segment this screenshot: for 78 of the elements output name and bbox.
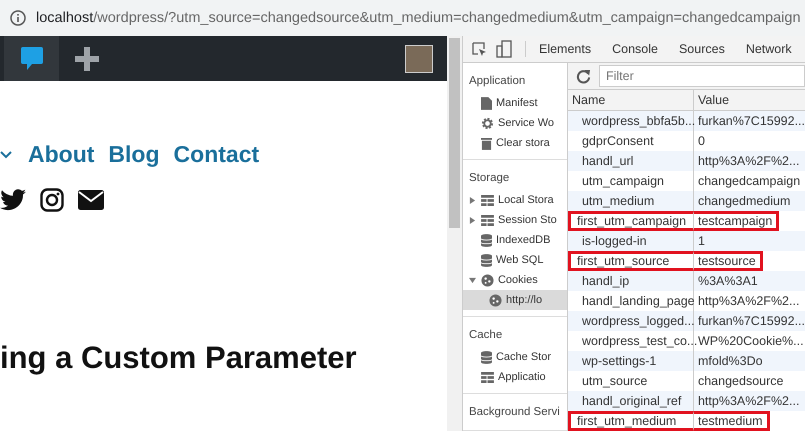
chevron-icon[interactable] (0, 150, 12, 158)
nav-link[interactable]: About (28, 141, 94, 168)
cookie-value-cell-text: 0 (696, 133, 706, 150)
cookie-name-cell: first_utm_source (568, 251, 694, 271)
cookie-name-cell: first_utm_medium (568, 411, 694, 431)
sidebar-item[interactable]: Service Wo (462, 113, 567, 133)
devtools-tab[interactable]: Network (746, 42, 792, 56)
cookie-name-cell: wp-settings-1 (568, 351, 694, 371)
section-header: Storage (468, 171, 510, 186)
cookie-value-cell-text: mfold%3Do (696, 353, 764, 370)
cookie-icon (480, 274, 494, 286)
nav-link[interactable]: Blog (108, 141, 160, 168)
devtools-tab[interactable]: Console (612, 42, 658, 56)
collapsed-triangle-icon[interactable] (468, 196, 476, 204)
speech-bubble-icon[interactable] (20, 46, 44, 72)
cookie-value-cell-text: changedcampaign (696, 173, 802, 190)
grid-icon (480, 214, 494, 226)
cookie-name-cell: handl_url (568, 151, 694, 171)
grid-icon (480, 372, 494, 382)
device-icon[interactable] (496, 40, 512, 58)
scrollbar[interactable] (447, 36, 462, 431)
section-header: Background Servi (468, 405, 561, 420)
cookie-value-cell-text: http%3A%2F%2... (696, 153, 800, 170)
sidebar-item[interactable]: Session Sto (462, 210, 567, 230)
cookie-value-cell-text: %3A%3A1 (696, 273, 759, 290)
collapsed-triangle-icon[interactable] (468, 216, 476, 224)
devtools-tab[interactable]: Elements (538, 42, 592, 56)
sidebar-item[interactable]: IndexedDB (462, 230, 567, 250)
cookie-name-cell: first_utm_campaign (568, 211, 694, 231)
post-title: ing a Custom Parameter (0, 340, 358, 376)
cookie-icon (488, 294, 502, 306)
cookie-name-cell: wordpress_bbfa5b... (568, 111, 694, 131)
cookie-name-cell: wordpress_logged... (568, 311, 694, 331)
cookie-name-cell: handl_ip (568, 271, 694, 291)
plus-icon[interactable] (73, 44, 101, 72)
cookie-value-cell-text: http%3A%2F%2... (696, 393, 800, 410)
sidebar-item[interactable]: Applicatio (462, 367, 567, 387)
cookie-name-cell: is-logged-in (568, 231, 694, 251)
section-header: Application (468, 74, 526, 89)
address-bar[interactable]: localhost/wordpress/?utm_source=changedsource&utm_medium=changedmedium&utm_campaign=changedcampaign (0, 0, 805, 36)
sidebar-item[interactable]: Web SQL (462, 250, 567, 270)
sidebar-item[interactable]: Cache Stor (462, 347, 567, 367)
cookie-value-cell-text: changedmedium (696, 193, 792, 210)
cookie-value-cell: testmedium (694, 411, 770, 431)
cookie-value-cell-text: http%3A%2F%2... (696, 293, 800, 310)
cookie-name-cell: utm_medium (568, 191, 694, 211)
document-icon (480, 96, 492, 110)
bird-icon[interactable] (0, 189, 26, 211)
cookie-name-cell: handl_original_ref (568, 391, 694, 411)
sidebar-item[interactable]: Manifest (462, 93, 567, 113)
camera-icon[interactable] (40, 188, 64, 212)
sidebar-item[interactable]: Local Stora (462, 190, 567, 210)
cookie-value-cell-text: furkan%7C15992... (696, 313, 805, 330)
inspect-icon[interactable] (470, 41, 487, 57)
cookie-value-cell-text: furkan%7C15992... (696, 113, 805, 130)
filter-input[interactable]: Filter (598, 65, 805, 88)
sidebar-item[interactable]: Cookies (462, 270, 567, 290)
gear-icon (480, 116, 494, 130)
sidebar-item[interactable]: http://lo (462, 290, 567, 310)
trash-icon (480, 136, 492, 150)
sidebar-item[interactable]: Clear stora (462, 133, 567, 153)
avatar-placeholder[interactable] (405, 44, 434, 72)
mail-icon[interactable] (78, 189, 104, 211)
section-header: Cache (468, 328, 504, 343)
nav-link[interactable]: Contact (174, 141, 260, 168)
grid-icon (480, 194, 494, 206)
cookie-value-cell-text: changedsource (696, 373, 784, 390)
database-icon (480, 234, 492, 246)
refresh-icon[interactable] (576, 68, 591, 84)
database-icon (480, 254, 492, 266)
cookie-value-cell-text: 1 (696, 233, 706, 250)
column-header[interactable]: Name (568, 90, 694, 110)
info-icon (10, 10, 26, 26)
column-header[interactable]: Value (694, 90, 805, 110)
devtools-tab[interactable]: Sources (678, 42, 725, 56)
expanded-triangle-icon[interactable] (468, 276, 476, 284)
url-text: localhost/wordpress/?utm_source=changedsource&utm_medium=changedmedium&utm_campaign=changedcampaign (36, 10, 801, 26)
database-icon (480, 350, 492, 364)
